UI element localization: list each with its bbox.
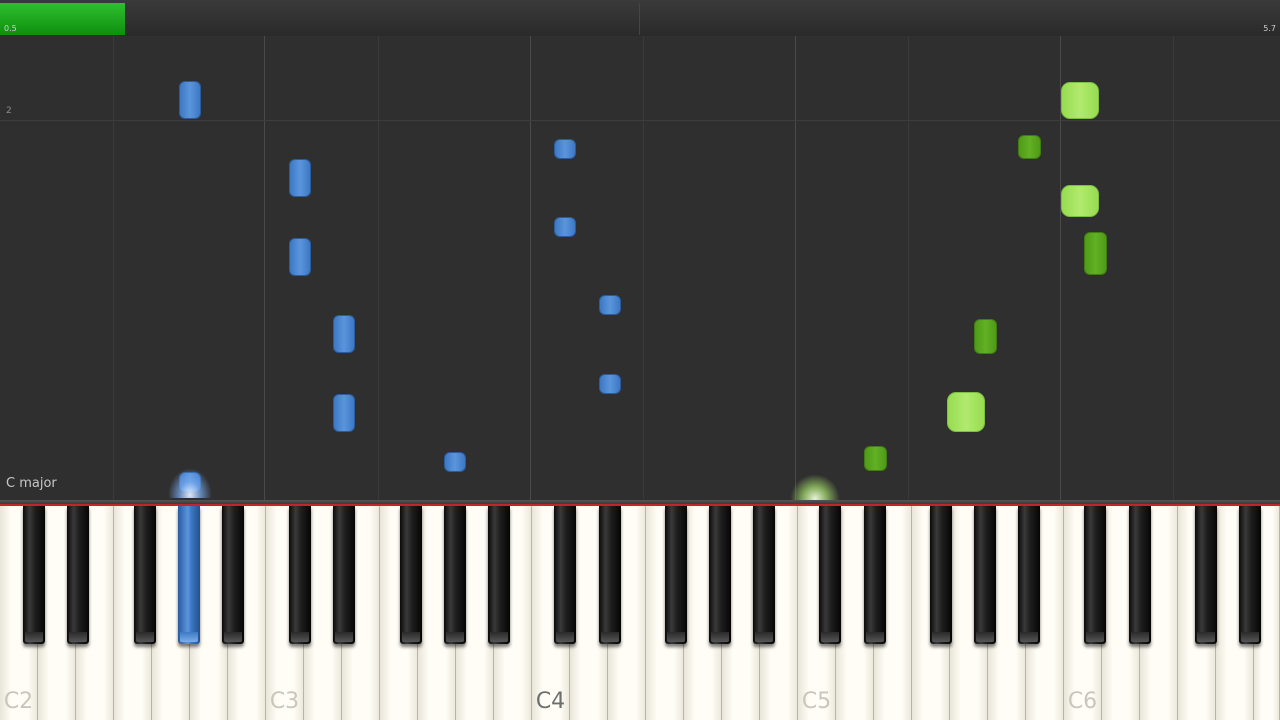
black-key[interactable] xyxy=(1129,506,1151,644)
black-key[interactable] xyxy=(819,506,841,644)
key-label-c5: C5 xyxy=(801,689,832,714)
black-key-pressed[interactable] xyxy=(178,506,200,644)
key-hit-spark xyxy=(790,474,840,500)
note-right-hand xyxy=(1084,232,1107,275)
black-key[interactable] xyxy=(753,506,775,644)
grid-line xyxy=(908,36,909,500)
key-hit-spark xyxy=(168,468,212,498)
note-left-hand xyxy=(599,374,621,394)
key-label-c3: C3 xyxy=(269,689,300,714)
total-time: 5.7 xyxy=(1263,24,1276,33)
black-key[interactable] xyxy=(1195,506,1217,644)
black-key[interactable] xyxy=(289,506,311,644)
grid-line xyxy=(378,36,379,500)
note-left-hand xyxy=(444,452,466,472)
note-left-hand xyxy=(599,295,621,315)
grid-line xyxy=(795,36,796,500)
black-key[interactable] xyxy=(930,506,952,644)
grid-line xyxy=(643,36,644,500)
key-label-c2: C2 xyxy=(3,689,34,714)
note-left-hand xyxy=(554,217,576,237)
measure-line xyxy=(0,120,1280,121)
black-key[interactable] xyxy=(1084,506,1106,644)
song-progress-bar[interactable]: 0.5 5.7 xyxy=(0,0,1280,37)
key-label-c4: C4 xyxy=(535,689,566,714)
elapsed-time: 0.5 xyxy=(4,24,17,33)
key-label-c6: C6 xyxy=(1067,689,1098,714)
measure-number: 2 xyxy=(6,106,12,116)
grid-line xyxy=(264,36,265,500)
note-left-hand xyxy=(333,394,355,432)
progress-marker xyxy=(639,3,640,35)
note-left-hand xyxy=(289,159,311,197)
note-right-hand xyxy=(1061,82,1099,119)
black-key[interactable] xyxy=(333,506,355,644)
grid-line xyxy=(530,36,531,500)
note-left-hand xyxy=(289,238,311,276)
black-key[interactable] xyxy=(554,506,576,644)
grid-line xyxy=(1173,36,1174,500)
black-key[interactable] xyxy=(665,506,687,644)
black-key[interactable] xyxy=(488,506,510,644)
grid-line xyxy=(113,36,114,500)
black-key[interactable] xyxy=(599,506,621,644)
note-right-hand xyxy=(1018,135,1041,159)
black-key[interactable] xyxy=(222,506,244,644)
black-key[interactable] xyxy=(1239,506,1261,644)
black-key[interactable] xyxy=(23,506,45,644)
note-right-hand xyxy=(864,446,887,471)
piano-keyboard[interactable]: C2 C3 C4 C5 C6 xyxy=(0,506,1280,720)
note-right-hand xyxy=(947,392,985,432)
note-right-hand xyxy=(974,319,997,354)
black-key[interactable] xyxy=(67,506,89,644)
note-left-hand xyxy=(333,315,355,353)
black-key[interactable] xyxy=(974,506,996,644)
black-key[interactable] xyxy=(400,506,422,644)
key-signature-label: C major xyxy=(6,476,57,491)
black-key[interactable] xyxy=(1018,506,1040,644)
note-left-hand xyxy=(554,139,576,159)
note-right-hand xyxy=(1061,185,1099,217)
black-key[interactable] xyxy=(444,506,466,644)
note-left-hand xyxy=(179,81,201,119)
black-key[interactable] xyxy=(864,506,886,644)
black-key[interactable] xyxy=(134,506,156,644)
note-waterfall: 2 C major xyxy=(0,36,1280,500)
black-key[interactable] xyxy=(709,506,731,644)
progress-fill xyxy=(0,3,126,35)
